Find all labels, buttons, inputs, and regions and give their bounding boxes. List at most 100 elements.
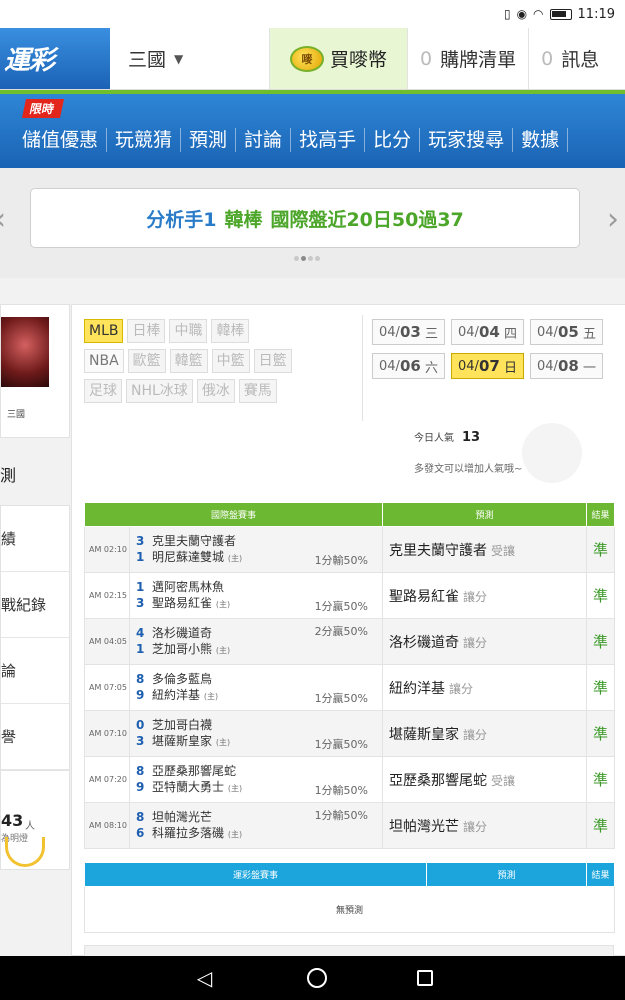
table-row[interactable]: AM 07:20 8 亞歷桑那響尾蛇 9 亞特蘭大勇士 (主) 1分輸50% 亞歷桑那響尾蛇…	[84, 756, 616, 803]
recents-icon[interactable]	[416, 970, 433, 986]
side-menu-item[interactable]: 論	[1, 638, 69, 704]
side-section-title: 測	[0, 466, 17, 485]
table-row[interactable]: AM 07:10 0 芝加哥白襪 3 堪薩斯皇家 (主) 1分贏50% 堪薩斯皇家 讓分準	[84, 710, 616, 757]
prediction[interactable]: 洛杉磯道奇 讓分	[382, 618, 588, 665]
sport-euro-basketball[interactable]: 歐籃	[127, 349, 166, 373]
game-time: AM 02:15	[84, 572, 130, 619]
sport-mlb[interactable]: MLB	[84, 319, 124, 343]
prediction-type: 讓分	[463, 589, 488, 604]
home-tag: (主)	[227, 783, 243, 793]
buy-coins-label: 買嘜幣	[329, 49, 387, 71]
popularity: 今日人氣 13	[414, 429, 480, 445]
prediction[interactable]: 堪薩斯皇家 讓分	[382, 710, 588, 757]
side-menu-item[interactable]: 戰紀錄	[1, 572, 69, 638]
sport-khl[interactable]: 俄冰	[196, 379, 235, 403]
sport-cpbl[interactable]: 中職	[169, 319, 208, 343]
eye-icon: ◉	[516, 7, 528, 21]
carousel-dot-active[interactable]	[301, 256, 306, 261]
home-tag: (主)	[203, 691, 219, 701]
nav-item-player-search[interactable]: 玩家搜尋	[420, 128, 514, 152]
date-0407[interactable]: 04/07 日	[451, 353, 524, 379]
home-tag: (主)	[215, 737, 231, 747]
sport-nba[interactable]: NBA	[84, 349, 124, 373]
prediction[interactable]: 坦帕灣光芒 讓分	[382, 802, 588, 849]
nav-item-scores[interactable]: 比分	[365, 128, 421, 152]
away-score: 4	[136, 625, 145, 640]
prediction[interactable]: 紐約洋基 讓分	[382, 664, 588, 711]
nav-item-experts[interactable]: 找高手	[291, 128, 366, 152]
prediction[interactable]: 聖路易紅雀 讓分	[382, 572, 588, 619]
limited-badge: 限時	[21, 99, 65, 118]
messages-label: 訊息	[561, 49, 600, 71]
table-row[interactable]: AM 02:15 1 邁阿密馬林魚 3 聖路易紅雀 (主) 1分贏50% 聖路易紅雀 讓分準	[84, 572, 616, 619]
table-row[interactable]: AM 02:10 3 克里夫蘭守護者 1 明尼蘇達雙城 (主) 1分輸50% 克里夫蘭守護者…	[84, 526, 616, 573]
nav-item-topup[interactable]: 儲值優惠	[0, 128, 108, 152]
sport-cba[interactable]: 中籃	[211, 349, 250, 373]
col-header-intl: 國際盤賽事	[83, 502, 384, 527]
prediction-type: 讓分	[449, 681, 474, 696]
table-row[interactable]: AM 08:10 8 坦帕灣光芒 6 科羅拉多落磯 (主) 1分輸50% 坦帕灣光芒 讓分準	[84, 802, 616, 849]
carousel-dot[interactable]	[308, 256, 313, 261]
prediction[interactable]: 克里夫蘭守護者 受讓	[382, 526, 588, 573]
nav-item-discuss[interactable]: 討論	[236, 128, 292, 152]
sport-kor-basketball[interactable]: 韓籃	[169, 349, 208, 373]
home-tag: (主)	[227, 553, 243, 563]
side-menu: 績 戰紀錄 論 譽	[0, 505, 70, 771]
side-menu-item[interactable]: 譽	[1, 704, 69, 770]
away-score: 0	[136, 717, 145, 732]
avatar[interactable]	[1, 317, 49, 387]
date-0403[interactable]: 04/03 三	[372, 319, 445, 345]
back-icon[interactable]: ◁	[193, 966, 217, 990]
nav-item-quiz[interactable]: 玩競猜	[107, 128, 182, 152]
nav-items: 儲值優惠 玩競猜 預測 討論 找高手 比分 玩家搜尋 數據	[0, 128, 569, 152]
predicted-team: 亞歷桑那響尾蛇	[389, 772, 488, 789]
home-team: 科羅拉多落磯	[152, 825, 225, 840]
sport-jpn-basketball[interactable]: 日籃	[253, 349, 292, 373]
sport-kbo[interactable]: 韓棒	[211, 319, 250, 343]
prediction-type: 讓分	[463, 727, 488, 742]
messages-button[interactable]: 0 訊息	[529, 28, 611, 89]
date-0405[interactable]: 04/05 五	[530, 319, 603, 345]
away-score: 8	[136, 809, 145, 824]
chevron-left-icon[interactable]: ‹	[0, 202, 6, 237]
fans-unit: 人	[25, 821, 35, 832]
prediction[interactable]: 亞歷桑那響尾蛇 受讓	[382, 756, 588, 803]
banner-message[interactable]: 分析手1 韓棒 國際盤近20日50過37	[30, 188, 580, 248]
nav-item-stats[interactable]: 數據	[513, 128, 569, 152]
home-team: 堪薩斯皇家	[152, 733, 213, 748]
lottery-predictions-table: 運彩盤賽事 預測 結果 無預測	[84, 862, 615, 933]
home-icon[interactable]	[306, 968, 327, 988]
banner-text: 國際盤近20日50過37	[270, 208, 464, 231]
banner: ‹ 分析手1 韓棒 國際盤近20日50過37 ›	[0, 168, 625, 278]
result: 準	[586, 664, 616, 711]
sport-horse-racing[interactable]: 賽馬	[238, 379, 277, 403]
date-0404[interactable]: 04/04 四	[451, 319, 524, 345]
away-team: 芝加哥白襪	[152, 717, 213, 732]
sport-npb[interactable]: 日棒	[127, 319, 166, 343]
nav-item-predict[interactable]: 預測	[181, 128, 237, 152]
away-score: 1	[136, 579, 145, 594]
table-row[interactable]: AM 07:05 8 多倫多藍鳥 9 紐約洋基 (主) 1分贏50% 紐約洋基 讓分準	[84, 664, 616, 711]
game-matchup: 8 坦帕灣光芒 6 科羅拉多落磯 (主) 1分輸50%	[128, 802, 384, 849]
carousel-dot[interactable]	[294, 256, 299, 261]
carousel-dot[interactable]	[315, 256, 320, 261]
purchase-list-button[interactable]: 0 購牌清單	[408, 28, 530, 89]
side-menu-item[interactable]: 績	[1, 506, 69, 572]
sport-nhl[interactable]: NHL冰球	[126, 379, 193, 403]
away-team: 邁阿密馬林魚	[152, 579, 225, 594]
col-header-result: 結果	[586, 862, 615, 887]
sport-soccer[interactable]: 足球	[84, 379, 122, 403]
logo[interactable]: 運彩	[0, 28, 110, 89]
spread-result: 1分贏50%	[314, 600, 369, 613]
user-card: 三國	[0, 304, 70, 438]
game-matchup: 8 多倫多藍鳥 9 紐約洋基 (主) 1分贏50%	[128, 664, 384, 711]
region-selector[interactable]: 三國 ▼	[110, 28, 270, 89]
table-row[interactable]: AM 04:05 4 洛杉磯道奇 1 芝加哥小熊 (主) 2分贏50% 洛杉磯道奇 讓分準	[84, 618, 616, 665]
divider	[362, 315, 363, 421]
home-team: 亞特蘭大勇士	[152, 779, 225, 794]
chevron-right-icon[interactable]: ›	[607, 202, 619, 237]
wifi-icon: ◠	[533, 7, 544, 21]
buy-coins-button[interactable]: 嘜 買嘜幣	[270, 28, 408, 89]
date-0408[interactable]: 04/08 一	[530, 353, 603, 379]
date-0406[interactable]: 04/06 六	[372, 353, 445, 379]
